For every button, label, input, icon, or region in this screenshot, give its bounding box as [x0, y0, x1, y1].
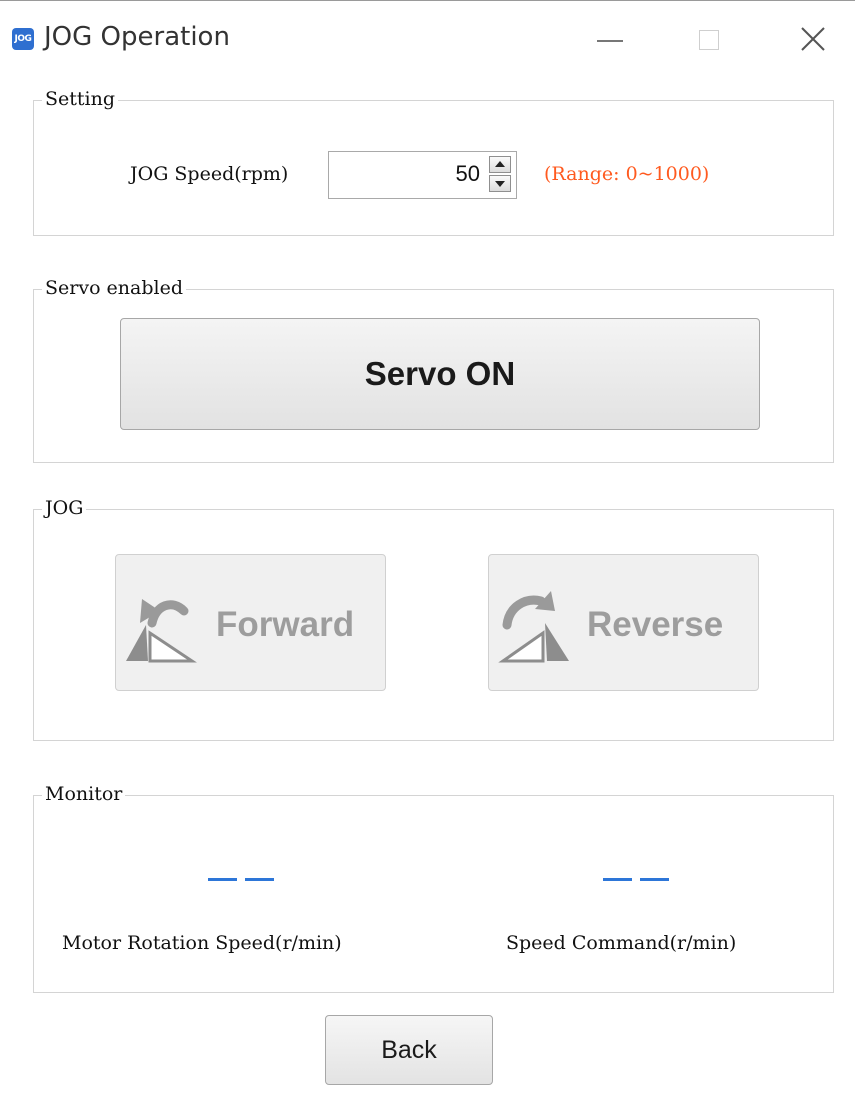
- setting-group-title: Setting: [42, 87, 119, 111]
- reverse-label: Reverse: [587, 605, 724, 644]
- close-icon[interactable]: [793, 19, 833, 59]
- window-title: JOG Operation: [44, 22, 230, 52]
- back-button[interactable]: Back: [325, 1015, 493, 1085]
- servo-enabled-group: Servo enabled Servo ON: [33, 276, 834, 463]
- reverse-button[interactable]: Reverse: [488, 554, 759, 691]
- jog-forward-icon: [126, 599, 197, 663]
- monitor-group: Monitor Motor Rotation Speed(r/min) Spee…: [33, 782, 834, 993]
- title-bar[interactable]: JOG JOG Operation: [0, 1, 855, 81]
- speed-command-label: Speed Command(r/min): [506, 932, 737, 954]
- dash-segment: [208, 878, 237, 881]
- spin-up-icon[interactable]: [489, 156, 511, 173]
- app-icon: JOG: [12, 28, 34, 50]
- servo-on-button[interactable]: Servo ON: [120, 318, 760, 430]
- jog-speed-label: JOG Speed(rpm): [130, 163, 289, 185]
- jog-group: JOG Forward Reverse: [33, 496, 834, 741]
- spin-buttons: [489, 156, 513, 194]
- speed-command-value: [603, 878, 669, 882]
- jog-speed-spinbox[interactable]: 50: [328, 151, 517, 199]
- jog-operation-window: JOG JOG Operation Setting JOG Speed(rpm)…: [0, 0, 855, 1095]
- dash-segment: [603, 878, 632, 881]
- motor-speed-label: Motor Rotation Speed(r/min): [62, 932, 342, 954]
- setting-group: Setting JOG Speed(rpm) 50 (Range: 0~1000…: [33, 87, 834, 236]
- jog-speed-value[interactable]: 50: [456, 161, 480, 187]
- jog-group-title: JOG: [42, 496, 87, 520]
- minimize-icon[interactable]: [590, 19, 630, 59]
- maximize-icon: [690, 19, 730, 59]
- jog-reverse-icon: [498, 591, 569, 663]
- motor-speed-value: [208, 878, 274, 882]
- close-x-glyph: [801, 27, 825, 51]
- spin-down-icon[interactable]: [489, 175, 511, 192]
- forward-label: Forward: [216, 605, 355, 644]
- dash-segment: [245, 878, 274, 881]
- forward-button[interactable]: Forward: [115, 554, 386, 691]
- dash-segment: [640, 878, 669, 881]
- monitor-group-title: Monitor: [42, 782, 126, 806]
- servo-group-title: Servo enabled: [42, 276, 187, 300]
- speed-range-hint: (Range: 0~1000): [544, 163, 710, 185]
